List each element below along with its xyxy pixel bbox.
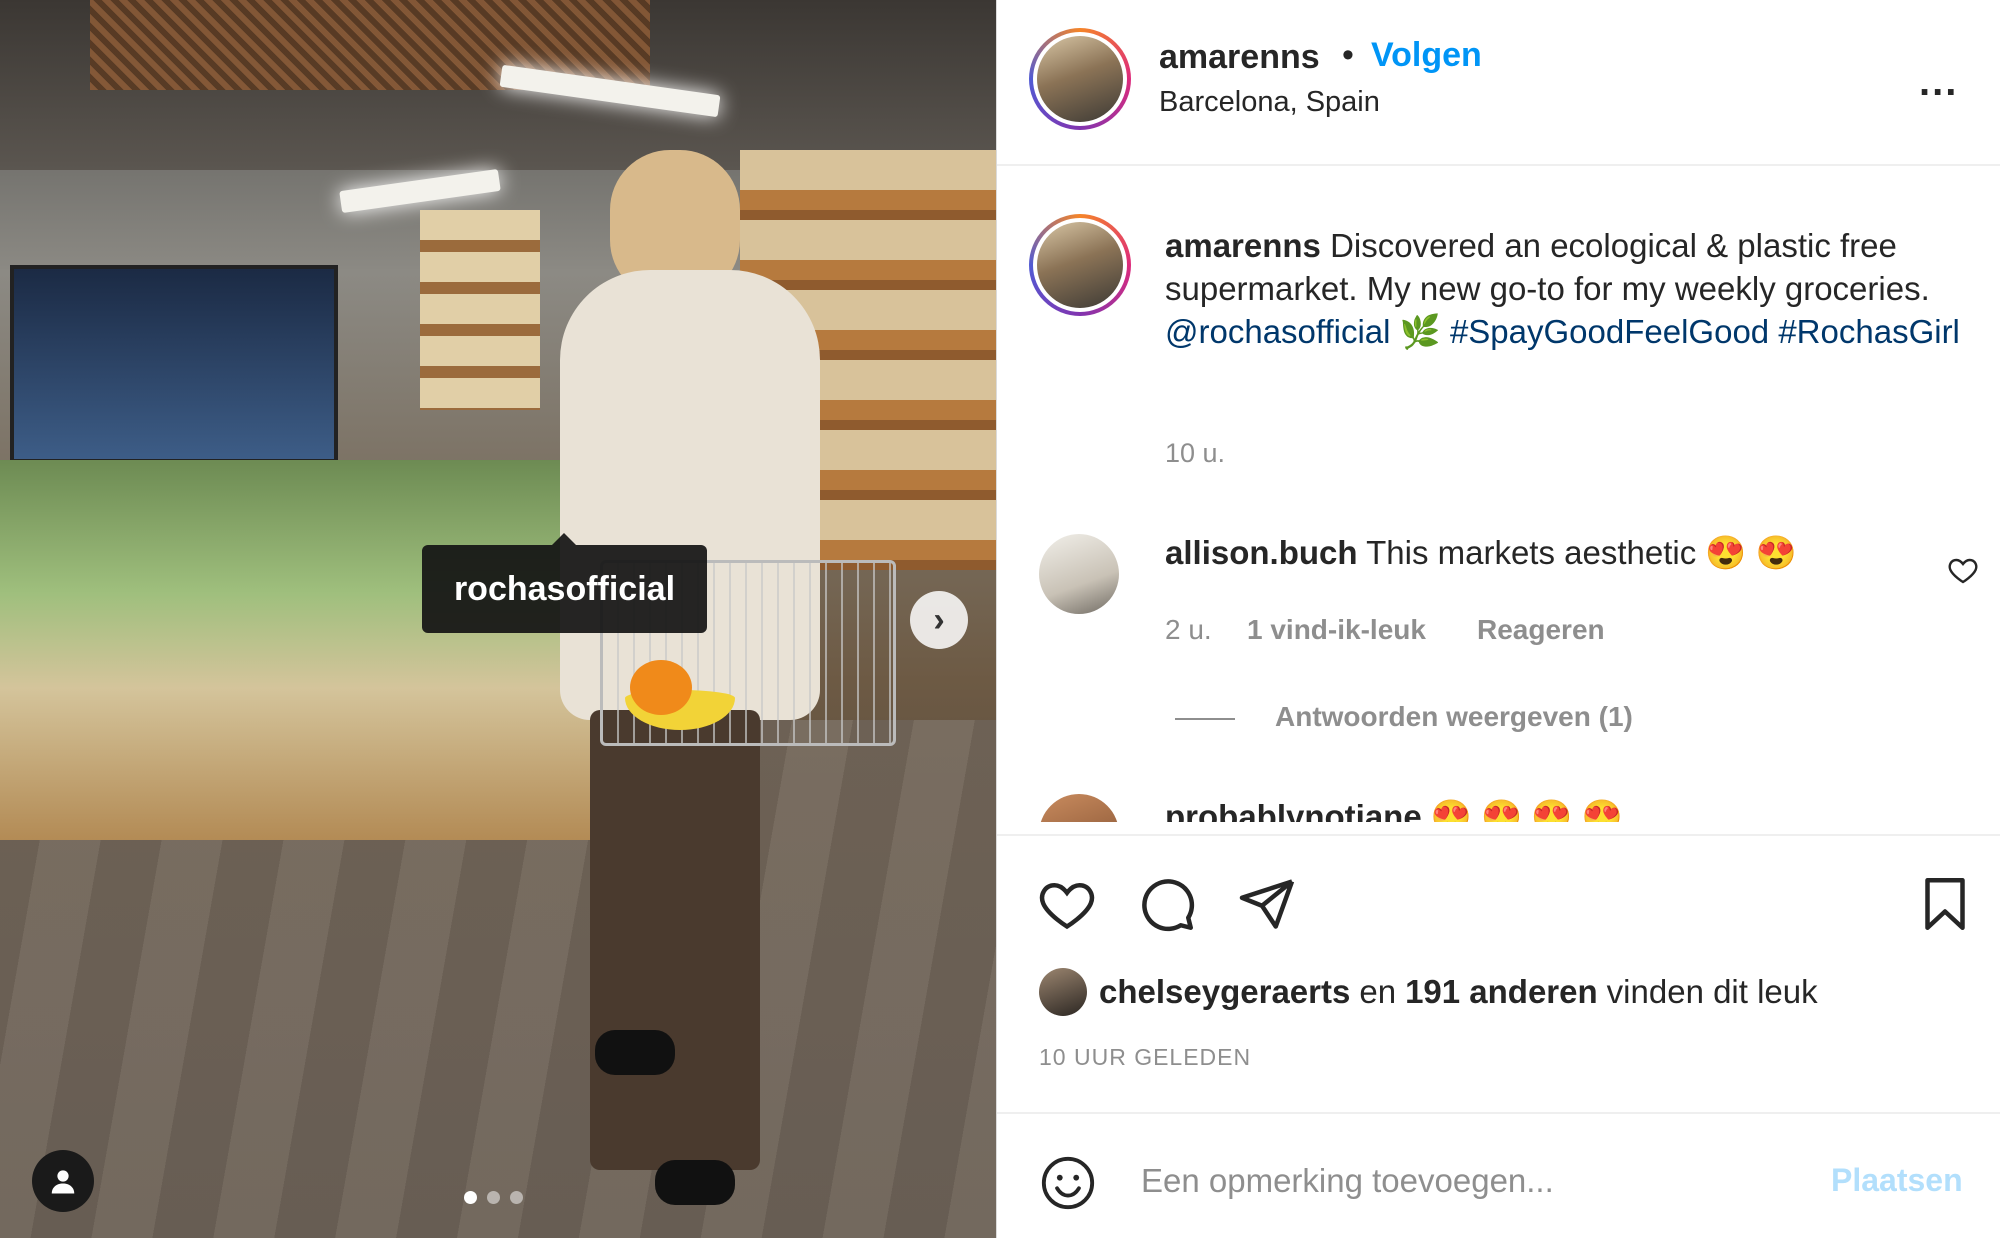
post-detail-panel: amarenns • Volgen Barcelona, Spain ... a… [996,0,2000,1238]
likes-others[interactable]: 191 anderen [1405,973,1598,1011]
post-actions: chelseygeraerts en 191 anderen vinden di… [997,834,2000,1116]
post-photo[interactable]: rochasofficial › [0,0,996,1238]
photo-lamp [339,168,501,214]
comment-text: This markets aesthetic 😍 😍 [1366,534,1797,571]
caption-avatar[interactable] [1029,214,1131,316]
caption-username[interactable]: amarenns [1165,227,1321,264]
comment-input[interactable] [1139,1146,1783,1216]
comment: probablynotjane 😍 😍 😍 😍 [1165,798,1623,822]
post-header: amarenns • Volgen Barcelona, Spain ... [997,0,2000,166]
commenter-avatar[interactable] [1039,794,1119,822]
caption-mention[interactable]: @rochasofficial [1165,313,1391,350]
view-replies-button[interactable]: Antwoorden weergeven (1) [1275,701,1633,733]
caption-hashtags[interactable]: #SpayGoodFeelGood #RochasGirl [1450,313,1960,350]
user-icon [51,1170,75,1194]
follow-button[interactable]: Volgen [1371,36,1482,75]
product-tag-label: rochasofficial [453,569,676,608]
replies-divider [1175,718,1235,720]
liker-avatar[interactable] [1039,968,1087,1016]
carousel-dot [487,1191,500,1204]
post-caption: amarenns Discovered an ecological & plas… [1165,224,1965,353]
chevron-right-icon: › [933,600,945,639]
comment-icon[interactable] [1137,874,1197,934]
posted-ago[interactable]: 10 UUR GELEDEN [1039,1044,1251,1071]
comment-likes[interactable]: 1 vind-ik-leuk [1247,614,1426,646]
commenter-avatar[interactable] [1039,534,1119,614]
header-separator: • [1342,36,1354,74]
reply-button[interactable]: Reageren [1477,614,1605,646]
photo-fridge [10,265,338,463]
caption-emoji: 🌿 [1399,313,1441,350]
photo-orange [630,660,692,715]
likes-summary: chelseygeraerts en 191 anderen vinden di… [1039,968,1818,1016]
carousel-dot [464,1191,477,1204]
add-comment-bar: Plaatsen [997,1112,2000,1240]
comment-like-heart-icon[interactable] [1947,554,1979,586]
comment-username[interactable]: probablynotjane [1165,798,1422,822]
carousel-dot [510,1191,523,1204]
likes-suffix: vinden dit leuk [1606,973,1818,1010]
comments-section[interactable]: amarenns Discovered an ecological & plas… [997,166,2000,822]
post-comment-button[interactable]: Plaatsen [1831,1162,1963,1199]
author-avatar[interactable] [1029,28,1131,130]
share-icon[interactable] [1237,874,1297,934]
comment-text: 😍 😍 😍 😍 [1430,798,1623,822]
tagged-users-button[interactable] [32,1150,94,1212]
more-options-icon[interactable]: ... [1919,60,1958,105]
carousel-indicator [464,1191,523,1204]
post-location[interactable]: Barcelona, Spain [1159,86,1380,119]
author-username[interactable]: amarenns [1159,38,1320,77]
comment-username[interactable]: allison.buch [1165,534,1358,571]
photo-shelf-small [420,210,540,410]
heart-icon[interactable] [1037,874,1097,934]
carousel-next-button[interactable]: › [910,591,968,649]
comment: allison.buch This markets aesthetic 😍 😍 [1165,534,1797,573]
bookmark-icon[interactable] [1915,874,1975,934]
comment-time: 2 u. [1165,614,1212,645]
likes-connector: en [1359,973,1397,1010]
emoji-icon[interactable] [1039,1154,1097,1212]
photo-counter [0,460,620,840]
product-tag[interactable]: rochasofficial [422,533,707,633]
liker-username[interactable]: chelseygeraerts [1099,973,1350,1011]
caption-time: 10 u. [1165,438,1226,468]
